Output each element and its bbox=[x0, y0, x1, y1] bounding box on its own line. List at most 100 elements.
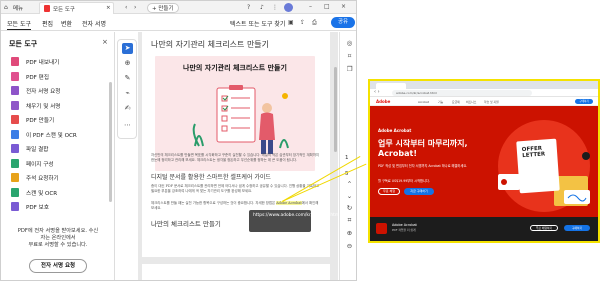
tool-label: 채우기 및 서명 bbox=[26, 103, 61, 110]
close-window-icon[interactable]: × bbox=[341, 2, 346, 11]
acrobat-app-icon bbox=[376, 223, 387, 234]
tab-all-tools[interactable]: 모든 도구 × bbox=[39, 2, 114, 14]
tool-icon bbox=[11, 100, 19, 110]
nav-pricing[interactable]: 요금제 bbox=[452, 100, 460, 104]
print-icon[interactable]: ⎙ bbox=[312, 18, 317, 27]
avatar[interactable] bbox=[284, 3, 293, 12]
promo-line: 무료로 서명할 수 있습니다. bbox=[28, 242, 88, 248]
nav-arrows-icon[interactable]: ‹ › bbox=[374, 89, 380, 95]
intro-paragraph: 자신만의 체크리스트를 만들면 목표를 시각화하고 꾸준히 실천할 수 있습니다… bbox=[151, 153, 319, 162]
help-icon[interactable]: ? bbox=[247, 3, 250, 12]
pen-icon[interactable]: ✎ bbox=[122, 73, 133, 84]
title-bar: ⌂ 메뉴 모든 도구 × ‹ › + 만들기 ? ♪ ⋮ – □ × bbox=[1, 1, 356, 14]
tool-item[interactable]: 파일 결합 bbox=[11, 144, 111, 154]
purchase-button[interactable]: 지금 구매하기 bbox=[404, 188, 434, 195]
forward-arrow-icon[interactable]: › bbox=[134, 3, 136, 12]
refresh-icon[interactable]: ↻ bbox=[344, 204, 355, 212]
tool-label: 이 PDF 스캔 및 OCR bbox=[26, 132, 77, 139]
pages-icon[interactable]: ❐ bbox=[344, 65, 355, 73]
fit-page-icon[interactable]: ⌗ bbox=[344, 216, 355, 225]
tool-icon bbox=[11, 173, 19, 182]
zoom-in-icon[interactable]: ⊕ bbox=[344, 229, 355, 237]
zoom-out-icon[interactable]: ⊖ bbox=[344, 242, 355, 250]
create-button[interactable]: + 만들기 bbox=[147, 3, 179, 13]
bookmark-icon[interactable]: ⌑ bbox=[344, 52, 355, 60]
page-up-icon[interactable]: ⌃ bbox=[344, 180, 355, 188]
offer-letter-card: OFFER LETTER bbox=[516, 138, 560, 194]
menu-all-tools[interactable]: 모든 도구 bbox=[7, 19, 31, 30]
panel-scrollbar[interactable] bbox=[109, 82, 112, 202]
tool-icon bbox=[11, 115, 19, 124]
document-scrollbar[interactable] bbox=[334, 67, 337, 152]
document-page-2 bbox=[142, 264, 330, 280]
nav-learn[interactable]: 학습 및 지원 bbox=[484, 100, 499, 104]
tool-item[interactable]: 주석 요청하기 bbox=[11, 173, 111, 183]
tool-item[interactable]: 이 PDF 스캔 및 OCR bbox=[11, 129, 111, 140]
adobe-logo[interactable]: Adobe bbox=[376, 99, 390, 104]
tool-icon bbox=[11, 144, 19, 153]
browser-address-bar: ‹ › adobe.com/kr/acrobat.html bbox=[370, 89, 598, 97]
subsection-heading: 나만의 체크리스트 만들기 bbox=[151, 220, 221, 228]
footer-tagline: PDF 작업을 더 쉽게 bbox=[392, 228, 416, 232]
web-preview: ‹ › adobe.com/kr/acrobat.html Adobe Acro… bbox=[368, 79, 600, 243]
tool-icon bbox=[11, 129, 19, 139]
adobe-nav: Adobe Acrobat 기능 요금제 비즈니스 학습 및 지원 구매하기 bbox=[370, 97, 598, 106]
more-options-icon[interactable]: ⋯ bbox=[122, 120, 133, 131]
nav-acrobat[interactable]: Acrobat bbox=[418, 100, 429, 104]
ai-assistant-icon[interactable]: ◎ bbox=[344, 39, 355, 47]
footer-trial-button[interactable]: 무료 체험하기 bbox=[530, 225, 558, 231]
tool-item[interactable]: PDF 보호 bbox=[11, 202, 111, 212]
tool-label: PDF 편집 bbox=[26, 74, 49, 81]
apps-grid-icon[interactable]: ⋮ bbox=[272, 3, 278, 12]
document-title: 나만의 자기관리 체크리스트 만들기 bbox=[151, 40, 270, 49]
tool-item[interactable]: PDF 편집 bbox=[11, 71, 111, 82]
browser-tabs bbox=[370, 81, 598, 89]
search-input[interactable]: 텍스트 또는 도구 찾기 bbox=[230, 19, 285, 28]
right-sidebar: ◎ ⌑ ❐ 1 5 ⌃ ⌄ ↻ ⌗ ⊕ ⊖ bbox=[339, 32, 356, 280]
fill-sign-icon[interactable]: ✍ bbox=[122, 103, 133, 114]
hero-title: 업무 시작부터 마무리까지, Acrobat! bbox=[378, 139, 468, 159]
tool-item[interactable]: 전자 서명 요청 bbox=[11, 86, 111, 96]
close-panel-icon[interactable]: × bbox=[102, 38, 108, 46]
nav-features[interactable]: 기능 bbox=[438, 100, 443, 104]
tool-item[interactable]: 페이지 구성 bbox=[11, 158, 111, 169]
hero-product: Adobe Acrobat bbox=[378, 128, 412, 133]
buy-now-button[interactable]: 구매하기 bbox=[575, 99, 593, 104]
tool-icon bbox=[11, 202, 19, 211]
highlight-icon[interactable]: ⌁ bbox=[122, 88, 133, 99]
close-tab-icon[interactable]: × bbox=[106, 5, 111, 11]
tool-item[interactable]: 채우기 및 서명 bbox=[11, 100, 111, 111]
tool-item[interactable]: PDF 내보내기 bbox=[11, 57, 111, 67]
page-current[interactable]: 1 bbox=[345, 155, 349, 161]
menu-label[interactable]: 메뉴 bbox=[13, 4, 23, 12]
comment-icon[interactable]: ⊕ bbox=[122, 58, 133, 69]
tool-item[interactable]: 스캔 및 OCR bbox=[11, 187, 111, 198]
maximize-icon[interactable]: □ bbox=[324, 2, 330, 11]
request-signature-button[interactable]: 전자 서명 요청 bbox=[29, 259, 87, 273]
menu-convert[interactable]: 변환 bbox=[61, 19, 72, 28]
page-down-icon[interactable]: ⌄ bbox=[344, 192, 355, 200]
back-arrow-icon[interactable]: ‹ bbox=[125, 3, 127, 12]
footer-buy-button[interactable]: 구매하기 bbox=[564, 225, 590, 231]
offer-line: LETTER bbox=[522, 151, 546, 160]
nav-business[interactable]: 비즈니스 bbox=[466, 100, 476, 104]
select-cursor-icon[interactable]: ➤ bbox=[122, 43, 133, 54]
all-tools-panel: 모든 도구 × PDF 내보내기 PDF 편집 전자 서명 요청 채우기 및 서명 PD… bbox=[1, 32, 115, 280]
acrobat-link[interactable]: Adobe Acrobat bbox=[276, 201, 302, 205]
minimize-icon[interactable]: – bbox=[309, 2, 312, 11]
home-icon[interactable]: ⌂ bbox=[4, 3, 8, 12]
url-field[interactable]: adobe.com/kr/acrobat.html bbox=[392, 90, 532, 96]
upload-icon[interactable]: ⇪ bbox=[300, 18, 305, 27]
free-trial-button[interactable]: 무료 체험 bbox=[378, 188, 400, 195]
main-toolbar: 모든 도구 편집 변환 전자 서명 텍스트 또는 도구 찾기 ▣ ⇪ ⎙ 공유 bbox=[1, 14, 356, 31]
hero-price-note: 월 구독료 US$19.99부터 시작합니다. bbox=[378, 179, 430, 183]
sticky-footer-bar: Adobe Acrobat PDF 작업을 더 쉽게 무료 체험하기 구매하기 bbox=[370, 217, 598, 241]
tool-item[interactable]: PDF 만들기 bbox=[11, 115, 111, 125]
menu-edit[interactable]: 편집 bbox=[42, 19, 53, 28]
share-button[interactable]: 공유 bbox=[331, 17, 355, 28]
tool-icon bbox=[11, 71, 19, 81]
save-icon[interactable]: ▣ bbox=[288, 18, 294, 27]
tool-label: PDF 보호 bbox=[26, 205, 49, 211]
notification-bell-icon[interactable]: ♪ bbox=[260, 3, 264, 12]
menu-e-sign[interactable]: 전자 서명 bbox=[82, 19, 106, 28]
